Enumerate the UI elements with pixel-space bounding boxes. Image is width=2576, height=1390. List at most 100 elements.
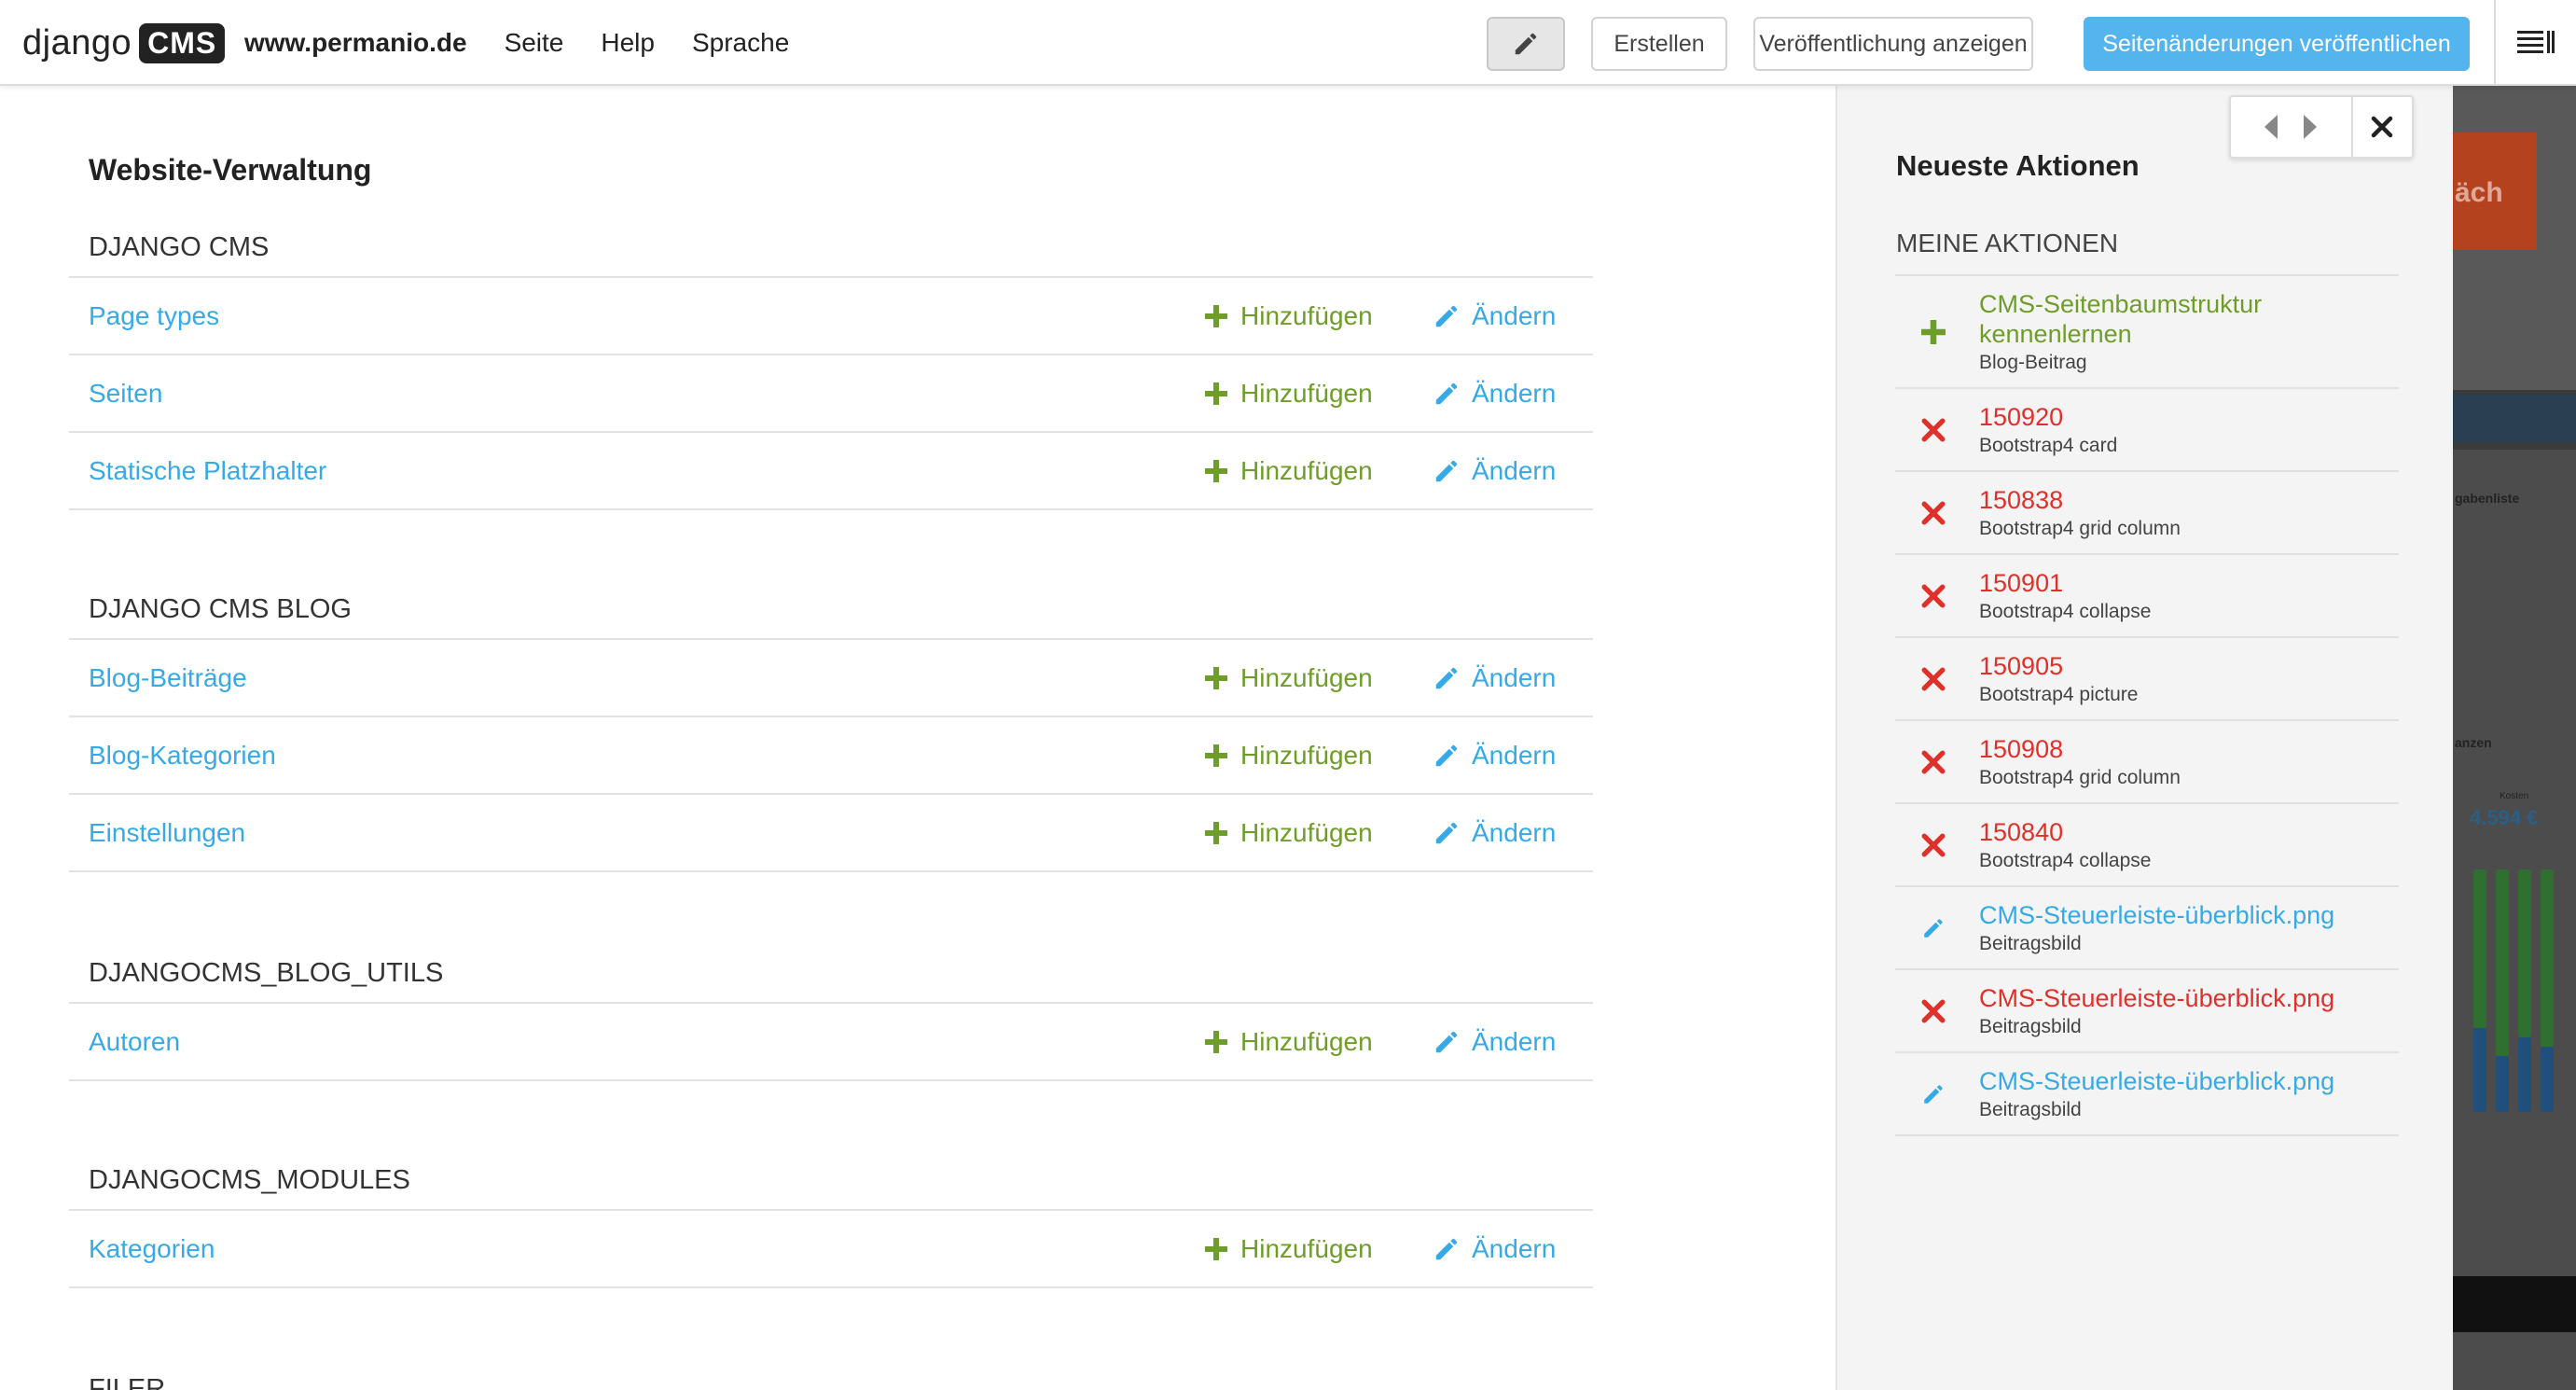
action-link[interactable]: 150908: [1979, 734, 2399, 764]
model-link-static-placeholders[interactable]: Statische Platzhalter: [89, 456, 326, 486]
add-link[interactable]: Hinzufügen: [1205, 663, 1373, 693]
logo-cms-badge: CMS: [139, 22, 226, 63]
model-link-categories[interactable]: Kategorien: [89, 1234, 215, 1264]
change-link[interactable]: Ändern: [1433, 1027, 1556, 1057]
cross-icon: [1921, 418, 1946, 441]
add-label: Hinzufügen: [1240, 300, 1373, 330]
preview-bar: [2496, 1056, 2509, 1112]
action-link[interactable]: 150840: [1979, 817, 2399, 847]
module-django-cms: DJANGO CMS Page types Hinzufügen Ändern …: [69, 220, 1593, 510]
module-title: FILER: [89, 1374, 166, 1390]
chevron-left-icon[interactable]: [2263, 113, 2279, 141]
table-row: Kategorien Hinzufügen Ändern: [69, 1211, 1593, 1288]
add-link[interactable]: Hinzufügen: [1205, 1027, 1373, 1057]
list-item: 150920 Bootstrap4 card: [1895, 389, 2399, 472]
table-row: Statische Platzhalter Hinzufügen Ändern: [69, 433, 1593, 510]
add-link[interactable]: Hinzufügen: [1205, 818, 1373, 848]
cross-icon: [1921, 667, 1946, 690]
close-sideframe-button[interactable]: [2350, 97, 2412, 157]
preview-bar: [2541, 1047, 2554, 1112]
change-link[interactable]: Ändern: [1433, 818, 1556, 848]
cross-icon: [1921, 501, 1946, 524]
list-item: CMS-Steuerleiste-überblick.png Beitragsb…: [1895, 1053, 2399, 1136]
action-type: Beitragsbild: [1979, 1099, 2082, 1120]
site-menu[interactable]: www.permanio.de: [244, 28, 467, 58]
language-menu[interactable]: Sprache: [692, 28, 789, 58]
add-label: Hinzufügen: [1240, 1233, 1373, 1263]
logo-django-text: django: [22, 22, 132, 63]
pencil-icon: [1435, 667, 1458, 688]
action-type: Bootstrap4 picture: [1979, 684, 2139, 705]
preview-list-heading: gabenliste: [2455, 491, 2520, 506]
action-link[interactable]: CMS-Steuerleiste-überblick.png: [1979, 900, 2399, 930]
model-link-authors[interactable]: Autoren: [89, 1027, 180, 1057]
django-cms-logo[interactable]: django CMS: [22, 19, 226, 67]
pencil-icon: [1435, 1031, 1458, 1052]
action-type: Bootstrap4 grid column: [1979, 767, 2181, 788]
preview-button-text: äch: [2455, 177, 2503, 208]
create-button[interactable]: Erstellen: [1591, 17, 1727, 71]
sideframe-controls: [2229, 95, 2414, 159]
plus-icon: [1205, 1030, 1227, 1053]
add-link[interactable]: Hinzufügen: [1205, 1234, 1373, 1264]
module-title: DJANGO CMS BLOG: [69, 582, 1593, 640]
view-published-button[interactable]: Veröffentlichung anzeigen: [1753, 17, 2033, 71]
add-link[interactable]: Hinzufügen: [1205, 301, 1373, 331]
page-preview-overlay: äch gabenliste anzen Kosten 4.594 €: [2453, 86, 2576, 1390]
action-type: Bootstrap4 collapse: [1979, 601, 2152, 622]
preview-kosten-label: Kosten: [2500, 791, 2529, 801]
change-label: Ändern: [1472, 662, 1557, 692]
plus-icon: [1205, 382, 1227, 405]
edit-mode-button[interactable]: [1487, 17, 1565, 71]
pencil-icon: [1924, 918, 1943, 938]
action-link[interactable]: 150905: [1979, 651, 2399, 681]
list-item: CMS-Steuerleiste-überblick.png Beitragsb…: [1895, 887, 2399, 970]
module-filer: FILER: [69, 1360, 1593, 1390]
change-link[interactable]: Ändern: [1433, 456, 1556, 486]
add-link[interactable]: Hinzufügen: [1205, 456, 1373, 486]
preview-value: 4.594 €: [2470, 806, 2539, 829]
change-link[interactable]: Ändern: [1433, 741, 1556, 771]
action-link[interactable]: CMS-Steuerleiste-überblick.png: [1979, 983, 2399, 1013]
chevron-right-icon[interactable]: [2302, 113, 2319, 141]
action-link[interactable]: 150838: [1979, 485, 2399, 515]
add-label: Hinzufügen: [1240, 740, 1373, 770]
sideframe-menu-button[interactable]: [2494, 0, 2576, 86]
model-link-blog-posts[interactable]: Blog-Beiträge: [89, 663, 247, 693]
admin-main: Website-Verwaltung DJANGO CMS Page types…: [0, 86, 1835, 1390]
model-link-seiten[interactable]: Seiten: [89, 379, 162, 409]
action-link[interactable]: CMS-Seitenbaumstruktur kennenlernen: [1979, 289, 2399, 349]
change-link[interactable]: Ändern: [1433, 663, 1556, 693]
action-type: Beitragsbild: [1979, 933, 2082, 954]
list-item: 150840 Bootstrap4 collapse: [1895, 804, 2399, 887]
preview-bar: [2541, 869, 2554, 1047]
module-title: DJANGO CMS: [69, 220, 1593, 278]
plus-icon: [1921, 319, 1946, 344]
change-link[interactable]: Ändern: [1433, 1234, 1556, 1264]
preview-bar: [2518, 869, 2531, 1037]
preview-blue-band: [2453, 394, 2576, 442]
add-link[interactable]: Hinzufügen: [1205, 741, 1373, 771]
action-link[interactable]: 150901: [1979, 568, 2399, 598]
action-type: Blog-Beitrag: [1979, 352, 2087, 373]
help-menu[interactable]: Help: [601, 28, 655, 58]
action-link[interactable]: CMS-Steuerleiste-überblick.png: [1979, 1066, 2399, 1096]
pencil-icon: [1435, 822, 1458, 843]
cross-icon: [1921, 584, 1946, 607]
model-link-page-types[interactable]: Page types: [89, 301, 219, 331]
change-link[interactable]: Ändern: [1433, 301, 1556, 331]
list-item: 150908 Bootstrap4 grid column: [1895, 721, 2399, 804]
model-link-settings[interactable]: Einstellungen: [89, 818, 245, 848]
history-nav: [2231, 97, 2351, 157]
pencil-icon: [1924, 1084, 1943, 1104]
publish-changes-button[interactable]: Seitenänderungen veröffentlichen: [2084, 17, 2470, 71]
page-menu[interactable]: Seite: [505, 28, 564, 58]
add-label: Hinzufügen: [1240, 455, 1373, 485]
pencil-icon: [1435, 1238, 1458, 1259]
model-link-blog-categories[interactable]: Blog-Kategorien: [89, 741, 276, 771]
recent-actions-title: Neueste Aktionen: [1896, 149, 2140, 182]
add-link[interactable]: Hinzufügen: [1205, 379, 1373, 409]
change-label: Ändern: [1472, 378, 1557, 408]
change-link[interactable]: Ändern: [1433, 379, 1556, 409]
action-link[interactable]: 150920: [1979, 402, 2399, 432]
